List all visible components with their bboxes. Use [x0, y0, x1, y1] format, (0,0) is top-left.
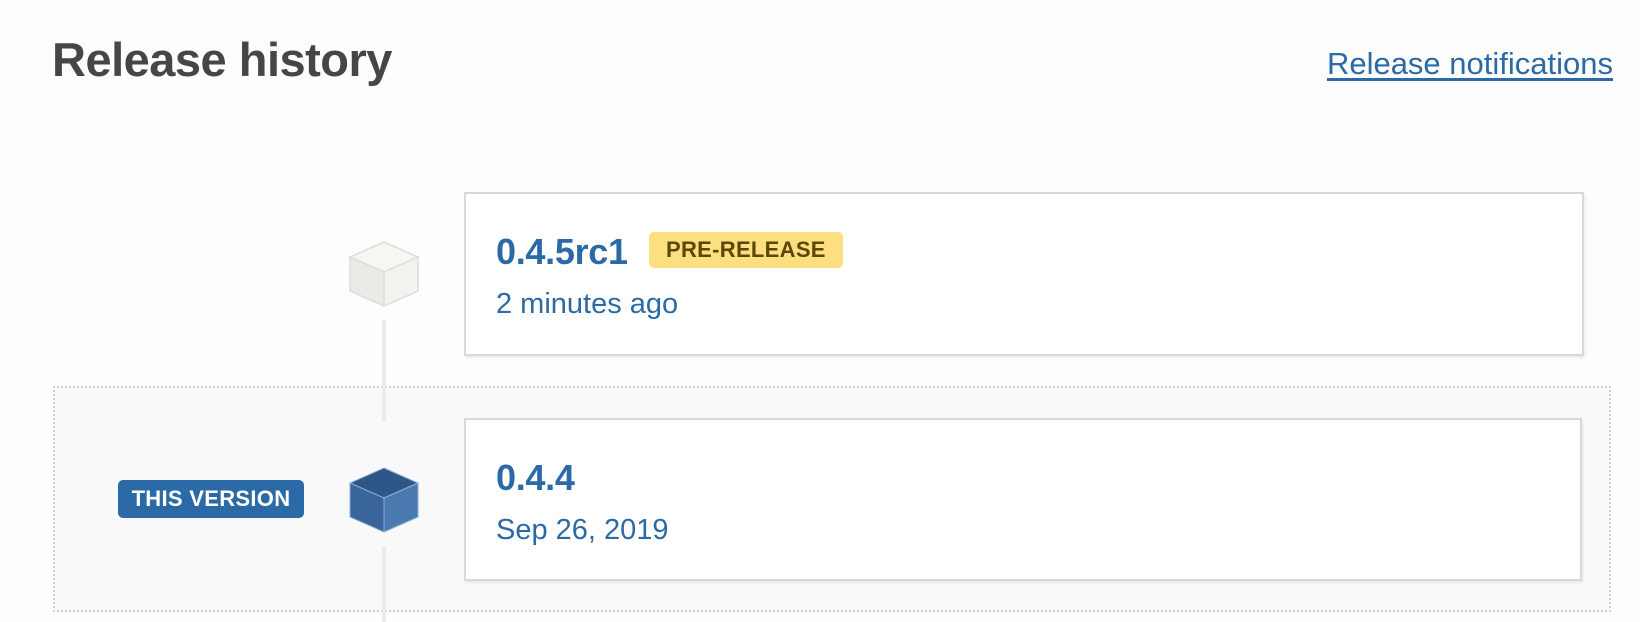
release-notifications-link[interactable]: Release notifications: [1327, 44, 1613, 84]
page-title: Release history: [52, 33, 392, 86]
package-cube-icon: [348, 467, 420, 533]
timeline-line: [382, 546, 386, 622]
release-card-prerelease[interactable]: 0.4.5rc1 PRE-RELEASE 2 minutes ago: [464, 192, 1584, 356]
release-date: Sep 26, 2019: [496, 514, 669, 546]
release-version[interactable]: 0.4.4: [496, 456, 575, 500]
this-version-badge: THIS VERSION: [118, 480, 304, 518]
release-version[interactable]: 0.4.5rc1: [496, 230, 628, 274]
release-card-current[interactable]: 0.4.4 Sep 26, 2019: [464, 418, 1582, 581]
timeline-line: [382, 320, 386, 422]
prerelease-badge: PRE-RELEASE: [649, 232, 843, 268]
release-date: 2 minutes ago: [496, 288, 679, 320]
package-cube-icon: [348, 241, 420, 308]
